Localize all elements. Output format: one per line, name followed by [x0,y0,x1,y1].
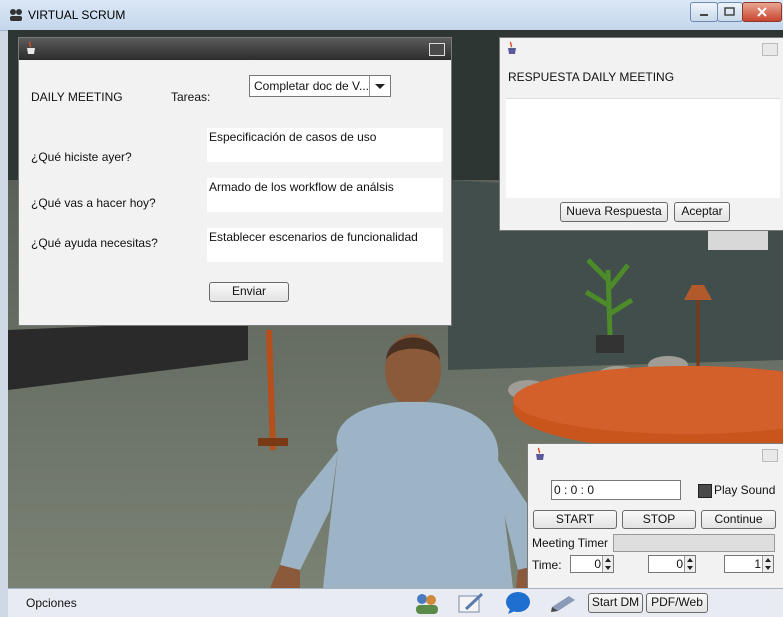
start-dm-button[interactable]: Start DM [588,593,643,613]
time-label: Time: [532,558,562,572]
window-title: VIRTUAL SCRUM [28,8,126,22]
seconds-value: 1 [754,557,761,571]
tareas-label: Tareas: [171,90,211,104]
maximize-panel-button[interactable] [762,43,778,56]
response-textarea[interactable] [506,98,780,198]
timer-panel: 0 : 0 : 0 Play Sound START STOP Continue… [527,443,783,590]
panel-titlebar [528,444,783,466]
start-button[interactable]: START [533,510,617,529]
chat-bubble-icon[interactable] [504,591,532,615]
java-coffee-icon [27,41,35,54]
hours-value: 0 [594,557,601,571]
minimize-button[interactable] [690,2,718,22]
close-button[interactable] [742,2,782,22]
play-sound-checkbox[interactable] [698,484,712,498]
meeting-timer-progress [613,534,775,552]
maximize-panel-button[interactable] [429,43,445,56]
maximize-button[interactable] [717,2,743,22]
panel-titlebar [19,38,451,60]
enviar-button[interactable]: Enviar [209,282,289,302]
spinner-arrows-icon [684,556,695,572]
q-yesterday-field[interactable]: Especificación de casos de uso [207,128,443,162]
response-heading: RESPUESTA DAILY MEETING [508,70,675,84]
new-response-button[interactable]: Nueva Respuesta [560,202,668,222]
pdf-web-button[interactable]: PDF/Web [646,593,708,613]
stop-button[interactable]: STOP [622,510,696,529]
status-bar: Opciones Start DM PDF/Web [8,588,783,617]
minutes-spinner[interactable]: 0 [648,555,696,573]
q-help-label: ¿Qué ayuda necesitas? [31,236,158,250]
q-today-field[interactable]: Armado de los workflow de análsis [207,178,443,212]
continue-button[interactable]: Continue [701,510,776,529]
tareas-dropdown[interactable]: Completar doc de V... [249,75,391,97]
java-coffee-icon [536,447,544,460]
minutes-value: 0 [676,557,683,571]
seconds-spinner[interactable]: 1 [724,555,774,573]
panel-titlebar [500,38,783,60]
play-sound-label: Play Sound [714,483,776,497]
daily-meeting-panel: DAILY MEETING Tareas: Completar doc de V… [18,37,452,326]
tareas-selected-value: Completar doc de V... [254,79,369,93]
accept-button[interactable]: Aceptar [674,202,730,222]
window-titlebar: VIRTUAL SCRUM [0,0,783,31]
java-coffee-icon [508,41,516,54]
maximize-icon [724,7,735,16]
maximize-panel-button[interactable] [762,449,778,462]
chevron-down-icon [369,76,385,96]
pen-icon[interactable] [549,592,579,614]
spinner-arrows-icon [602,556,613,572]
daily-meeting-heading: DAILY MEETING [31,90,123,104]
q-help-field[interactable]: Establecer escenarios de funcionalidad [207,228,443,262]
response-panel: RESPUESTA DAILY MEETING Nueva Respuesta … [499,37,783,231]
app-icon [10,9,22,21]
timer-display: 0 : 0 : 0 [551,480,681,500]
minimize-icon [700,14,708,16]
spinner-arrows-icon [762,556,773,572]
options-menu[interactable]: Opciones [26,596,77,610]
close-icon [757,7,767,17]
q-today-label: ¿Qué vas a hacer hoy? [31,196,156,210]
notepad-icon[interactable] [456,591,486,615]
users-icon[interactable] [412,591,440,615]
meeting-timer-label: Meeting Timer [532,536,609,550]
hours-spinner[interactable]: 0 [570,555,614,573]
q-yesterday-label: ¿Qué hiciste ayer? [31,150,132,164]
